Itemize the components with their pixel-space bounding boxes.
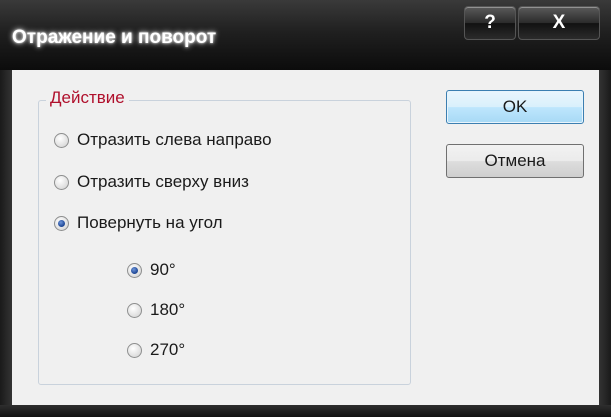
radio-selected-icon[interactable] [54, 215, 69, 231]
radio-label: 180° [150, 300, 186, 319]
radio-rotate-angle[interactable]: Повернуть на угол [54, 213, 223, 233]
radio-label: 270° [150, 340, 186, 359]
radio-selected-icon[interactable] [127, 262, 142, 278]
radio-angle-90[interactable]: 90° [127, 260, 176, 280]
title-bar[interactable]: Отражение и поворот ? X [0, 0, 611, 70]
window-title: Отражение и поворот [12, 27, 217, 48]
radio-angle-270[interactable]: 270° [127, 340, 185, 360]
window-frame-right [599, 70, 611, 417]
radio-label: 90° [150, 260, 176, 279]
dialog-window: Отражение и поворот ? X Действие Отразит… [0, 0, 611, 417]
radio-label: Отразить сверху вниз [77, 172, 249, 191]
window-frame-bottom [0, 405, 611, 417]
help-button[interactable]: ? [464, 6, 516, 40]
radio-icon[interactable] [54, 132, 69, 148]
radio-angle-180[interactable]: 180° [127, 300, 185, 320]
radio-flip-horizontal[interactable]: Отразить слева направо [54, 130, 272, 150]
radio-flip-vertical[interactable]: Отразить сверху вниз [54, 172, 249, 192]
close-button[interactable]: X [518, 6, 600, 40]
radio-icon[interactable] [127, 302, 142, 318]
radio-icon[interactable] [127, 342, 142, 358]
ok-button[interactable]: OK [446, 90, 584, 124]
action-group-label: Действие [46, 88, 129, 108]
radio-icon[interactable] [54, 174, 69, 190]
radio-label: Отразить слева направо [77, 130, 272, 149]
window-frame-left [0, 70, 12, 417]
radio-label: Повернуть на угол [77, 213, 223, 232]
cancel-button[interactable]: Отмена [446, 144, 584, 178]
